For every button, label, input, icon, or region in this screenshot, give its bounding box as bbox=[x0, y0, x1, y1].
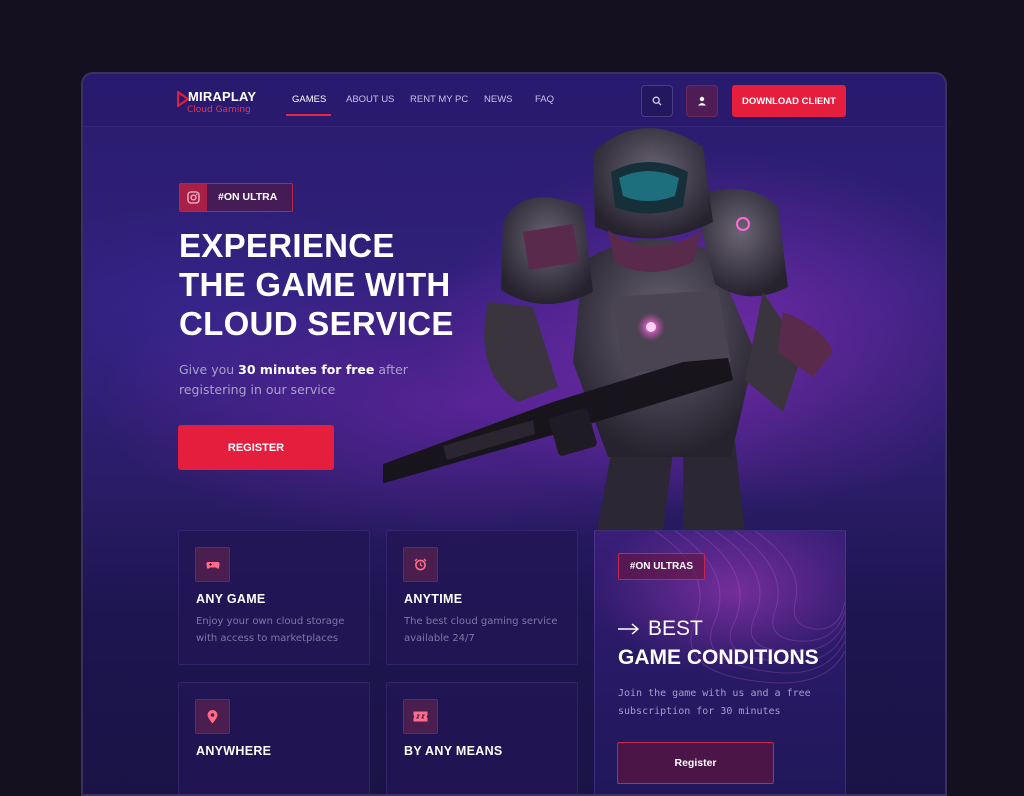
hero-headline: EXPERIENCE THE GAME WITH CLOUD SERVICE bbox=[179, 226, 479, 343]
promo-best-line: BEST bbox=[618, 617, 703, 641]
promo-tag: #ON ULTRAS bbox=[618, 553, 705, 580]
promo-register-button[interactable]: Register bbox=[617, 742, 774, 784]
subtext-bold: 30 minutes for free bbox=[238, 362, 375, 377]
hero-tag-label: #ON ULTRA bbox=[218, 191, 278, 203]
alarm-clock-icon bbox=[403, 547, 438, 582]
feature-card-anytime: ANYTIME The best cloud gaming service av… bbox=[386, 530, 578, 665]
nav-news[interactable]: NEWS bbox=[484, 94, 513, 105]
search-icon bbox=[652, 96, 662, 106]
register-button[interactable]: REGISTER bbox=[178, 425, 334, 470]
feature-title: ANYWHERE bbox=[196, 744, 272, 758]
promo-card: #ON ULTRAS BEST GAME CONDITIONS Join the… bbox=[594, 530, 846, 794]
brand-name: MIRAPLAY bbox=[188, 89, 257, 104]
nav-rent-my-pc[interactable]: RENT MY PC bbox=[410, 94, 468, 105]
promo-best-text: BEST bbox=[648, 617, 703, 640]
browser-frame: MIRAPLAY Cloud Gaming GAMES ABOUT US REN… bbox=[81, 72, 947, 796]
feature-desc: The best cloud gaming service available … bbox=[404, 616, 558, 644]
feature-title: ANYTIME bbox=[404, 592, 463, 606]
promo-desc: Join the game with us and a free subscri… bbox=[618, 688, 811, 717]
hero-subtext: Give you 30 minutes for free after regis… bbox=[179, 360, 429, 399]
hero-tag: #ON ULTRA bbox=[179, 183, 293, 212]
feature-title: ANY GAME bbox=[196, 592, 266, 606]
headline-line-3: CLOUD SERVICE bbox=[179, 305, 454, 342]
ticket-icon bbox=[403, 699, 438, 734]
nav-faq[interactable]: FAQ bbox=[535, 94, 554, 105]
gamepad-icon bbox=[195, 547, 230, 582]
brand-subtitle: Cloud Gaming bbox=[187, 105, 251, 115]
headline-line-2: THE GAME WITH bbox=[179, 266, 451, 303]
nav-about-us[interactable]: ABOUT US bbox=[346, 94, 394, 105]
nav-active-indicator bbox=[286, 114, 331, 116]
feature-card-by-any-means: BY ANY MEANS bbox=[386, 682, 578, 794]
feature-card-any-game: ANY GAME Enjoy your own cloud storage wi… bbox=[178, 530, 370, 665]
feature-title: BY ANY MEANS bbox=[404, 744, 503, 758]
location-pin-icon bbox=[195, 699, 230, 734]
promo-title: GAME CONDITIONS bbox=[618, 646, 819, 669]
arrow-right-icon bbox=[618, 623, 640, 635]
feature-card-anywhere: ANYWHERE bbox=[178, 682, 370, 794]
feature-desc: Enjoy your own cloud storage with access… bbox=[196, 616, 345, 644]
nav-games[interactable]: GAMES bbox=[292, 94, 326, 105]
user-icon bbox=[698, 96, 706, 106]
instagram-icon bbox=[180, 184, 207, 211]
headline-line-1: EXPERIENCE bbox=[179, 227, 395, 264]
subtext-pre: Give you bbox=[179, 362, 239, 377]
